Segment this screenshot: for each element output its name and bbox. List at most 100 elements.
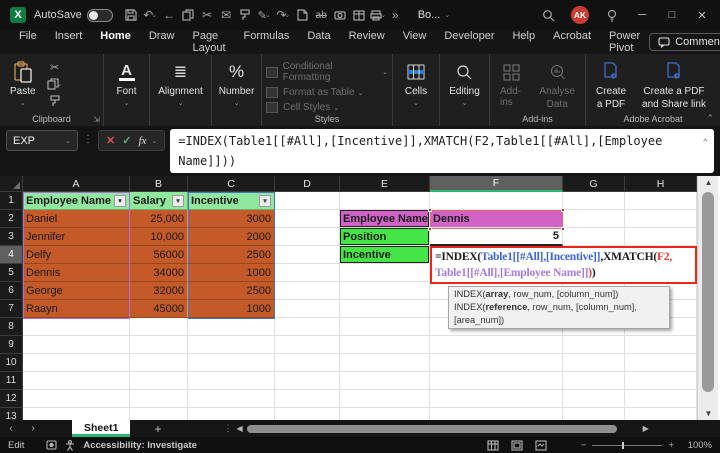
cell-D4[interactable] [275, 246, 340, 264]
cell-E6[interactable] [340, 282, 430, 300]
cell-F3[interactable]: 5 [430, 228, 563, 246]
mail-icon[interactable]: ✉ [218, 6, 235, 24]
cell-C8[interactable] [188, 318, 275, 336]
cell-C11[interactable] [188, 372, 275, 390]
cell-B6[interactable]: 32000 [130, 282, 188, 300]
qat-overflow-icon[interactable]: » [387, 6, 404, 24]
cell-D12[interactable] [275, 390, 340, 408]
cell-D13[interactable] [275, 408, 340, 420]
filter-dropdown-icon[interactable]: ▾ [172, 195, 184, 207]
table-style-icon[interactable] [351, 6, 368, 24]
cell-A2[interactable]: Daniel [23, 210, 130, 228]
cell-G9[interactable] [563, 336, 625, 354]
cell-E10[interactable] [340, 354, 430, 372]
scrollbar-splitter[interactable]: ⋮ [223, 423, 232, 434]
cell-styles-button[interactable]: Cell Styles⌄ [266, 102, 388, 113]
cell-E13[interactable] [340, 408, 430, 420]
insert-function-icon[interactable]: fx [138, 135, 146, 147]
autosave-switch[interactable] [87, 9, 113, 22]
cell-C4[interactable]: 2500 [188, 246, 275, 264]
cell-F2[interactable]: Dennis [430, 210, 563, 228]
cell-A3[interactable]: Jennifer [23, 228, 130, 246]
cell-G13[interactable] [563, 408, 625, 420]
expand-formula-bar-icon[interactable]: ⌃ [703, 133, 708, 153]
column-header-F[interactable]: F [430, 176, 563, 192]
cell-B8[interactable] [130, 318, 188, 336]
cell-A4[interactable]: Delfy [23, 246, 130, 264]
cell-A1[interactable]: Employee Name▾ [23, 192, 130, 210]
row-header-9[interactable]: 9 [0, 336, 23, 354]
cell-H1[interactable] [625, 192, 697, 210]
cell-H9[interactable] [625, 336, 697, 354]
column-header-G[interactable]: G [563, 176, 625, 192]
cell-D10[interactable] [275, 354, 340, 372]
paste-button[interactable]: Paste ⌄ [4, 58, 42, 109]
cell-A12[interactable] [23, 390, 130, 408]
select-all-corner[interactable] [0, 176, 23, 192]
font-button[interactable]: A Font ⌄ [108, 58, 145, 109]
cell-C6[interactable]: 2500 [188, 282, 275, 300]
cell-B3[interactable]: 10,000 [130, 228, 188, 246]
vertical-scrollbar[interactable]: ▲ ▼ [697, 176, 718, 420]
cell-C1[interactable]: Incentive▾ [188, 192, 275, 210]
filter-dropdown-icon[interactable]: ▾ [259, 195, 271, 207]
page-layout-view-icon[interactable] [511, 440, 523, 451]
zoom-out-icon[interactable]: − [581, 440, 587, 451]
cell-H12[interactable] [625, 390, 697, 408]
cell-A5[interactable]: Dennis [23, 264, 130, 282]
comments-button[interactable]: Comments [649, 33, 720, 51]
cell-D6[interactable] [275, 282, 340, 300]
cell-E2[interactable]: Employee Name [340, 210, 430, 228]
redo-icon[interactable]: ↷⌄ [275, 6, 292, 24]
macro-record-icon[interactable] [46, 440, 57, 450]
clipboard-dialog-launcher-icon[interactable]: ⇲ [93, 115, 100, 124]
avatar[interactable]: AK [571, 6, 589, 24]
save-icon[interactable] [123, 6, 140, 24]
cell-B11[interactable] [130, 372, 188, 390]
autosave-toggle[interactable]: AutoSave [34, 9, 113, 22]
cell-E5[interactable] [340, 264, 430, 282]
cell-E4[interactable]: Incentive [340, 246, 430, 264]
cell-C5[interactable]: 1000 [188, 264, 275, 282]
accessibility-status[interactable]: Accessibility: Investigate [83, 440, 197, 451]
cell-A8[interactable] [23, 318, 130, 336]
add-sheet-icon[interactable]: + [154, 422, 161, 436]
sheet-tab-sheet1[interactable]: Sheet1 [72, 420, 130, 437]
conditional-formatting-button[interactable]: Conditional Formatting⌄ [266, 61, 388, 83]
alignment-button[interactable]: ≣ Alignment ⌄ [154, 58, 207, 109]
active-cell-formula-editor[interactable]: =INDEX(Table1[[#All],[Incentive]],XMATCH… [430, 246, 697, 284]
cell-B4[interactable]: 56000 [130, 246, 188, 264]
cell-E8[interactable] [340, 318, 430, 336]
cell-B9[interactable] [130, 336, 188, 354]
cell-D3[interactable] [275, 228, 340, 246]
cells-button[interactable]: Cells ⌄ [397, 58, 435, 109]
cell-C2[interactable]: 3000 [188, 210, 275, 228]
cell-B13[interactable] [130, 408, 188, 420]
cell-G10[interactable] [563, 354, 625, 372]
cell-G12[interactable] [563, 390, 625, 408]
cell-B12[interactable] [130, 390, 188, 408]
analyse-data-button[interactable]: Analyse Data [533, 58, 581, 112]
copy-icon[interactable]: ⌄ [46, 77, 64, 91]
cut-icon[interactable]: ✂ [46, 60, 64, 74]
cell-C9[interactable] [188, 336, 275, 354]
cell-G1[interactable] [563, 192, 625, 210]
zoom-in-icon[interactable]: + [668, 440, 674, 451]
create-pdf-share-button[interactable]: Create a PDF and Share link [636, 58, 712, 112]
cell-A11[interactable] [23, 372, 130, 390]
cell-A9[interactable] [23, 336, 130, 354]
vertical-scrollbar-thumb[interactable] [702, 192, 714, 392]
cell-E1[interactable] [340, 192, 430, 210]
cell-E9[interactable] [340, 336, 430, 354]
format-painter-icon[interactable] [237, 6, 254, 24]
cell-G3[interactable] [563, 228, 625, 246]
cell-E12[interactable] [340, 390, 430, 408]
zoom-level[interactable]: 100% [684, 440, 712, 451]
cell-E11[interactable] [340, 372, 430, 390]
editing-button[interactable]: Editing ⌄ [444, 58, 485, 109]
confirm-entry-icon[interactable]: ✓ [122, 134, 131, 147]
formula-input[interactable]: =INDEX(Table1[[#All],[Incentive]],XMATCH… [170, 129, 714, 173]
row-header-5[interactable]: 5 [0, 264, 23, 282]
cell-C3[interactable]: 2000 [188, 228, 275, 246]
cell-B1[interactable]: Salary▾ [130, 192, 188, 210]
